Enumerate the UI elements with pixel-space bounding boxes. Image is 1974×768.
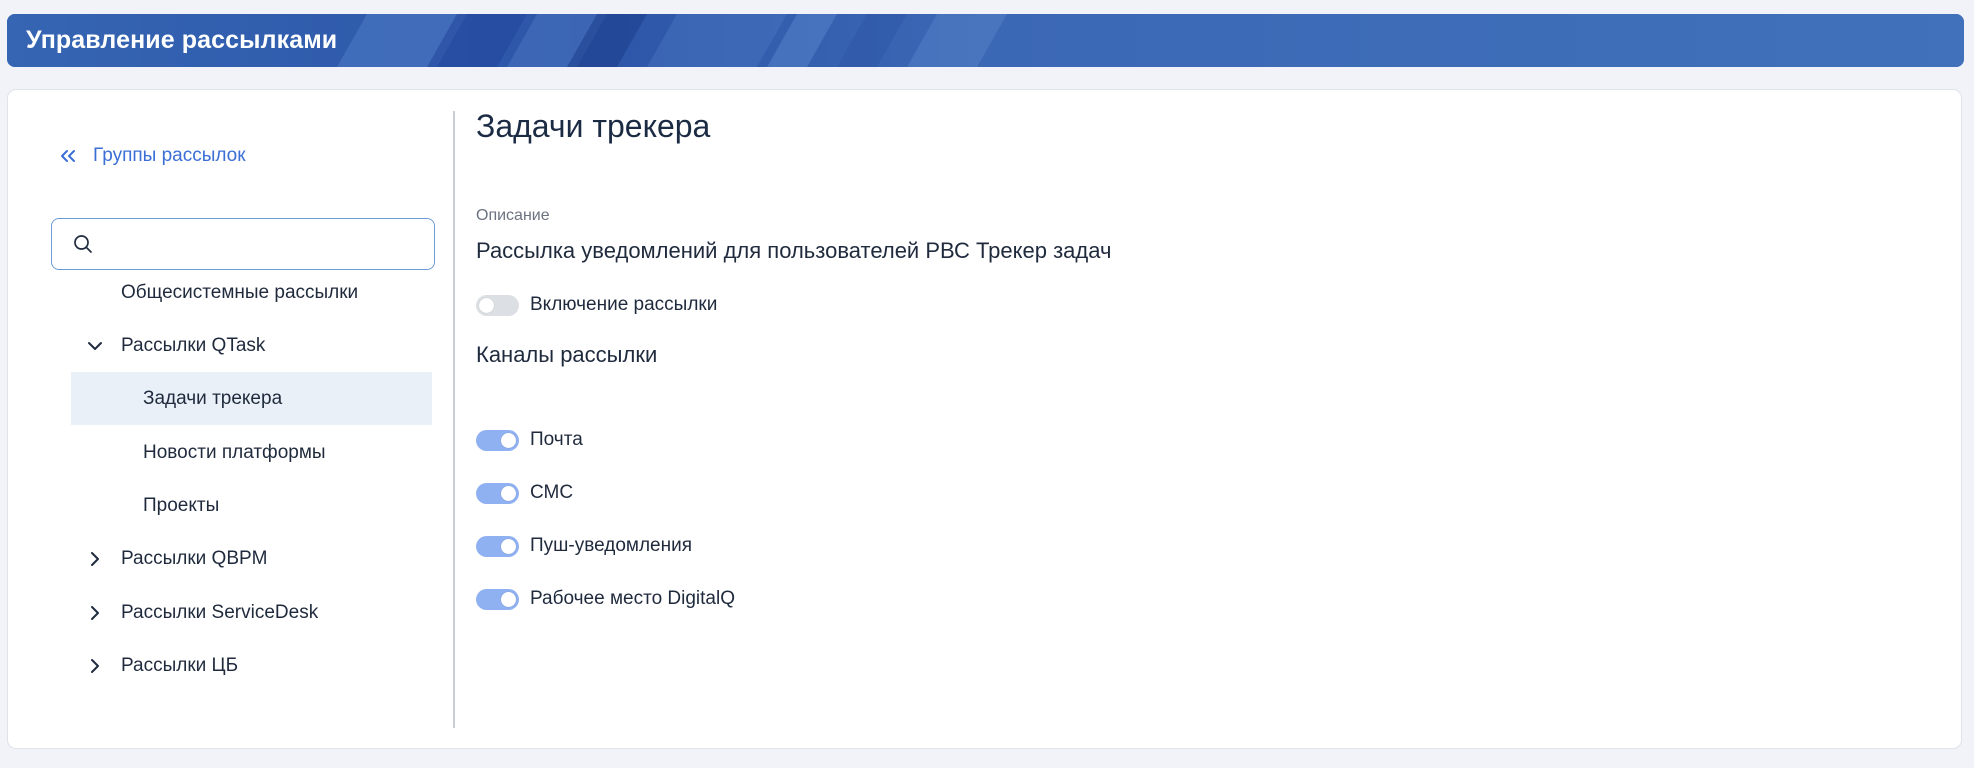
channel-row-digitalq: Рабочее место DigitalQ [476, 585, 735, 613]
chevron-down-icon[interactable] [83, 334, 107, 358]
tree-item-servicedesk[interactable]: Рассылки ServiceDesk [71, 586, 441, 639]
tree-item-label: Задачи трекера [143, 387, 283, 409]
back-link-label: Группы рассылок [93, 145, 246, 166]
description-label: Описание [476, 207, 550, 224]
tree-item-tracker-tasks[interactable]: Задачи трекера [71, 372, 432, 425]
toggle-knob [501, 432, 516, 448]
description-text: Рассылка уведомлений для пользователей Р… [476, 238, 1112, 263]
chevron-right-icon[interactable] [83, 654, 107, 678]
search-input[interactable] [104, 223, 428, 265]
sidebar-divider [453, 111, 455, 728]
toggle-knob [501, 538, 516, 554]
back-to-groups-link[interactable]: Группы рассылок [57, 142, 246, 170]
channel-label: Рабочее место DigitalQ [530, 588, 735, 609]
content-panel: Задачи трекера Описание Рассылка уведомл… [476, 90, 1876, 748]
channel-email-toggle[interactable] [476, 429, 519, 451]
tree-item-platform-news[interactable]: Новости платформы [71, 426, 432, 479]
page-header-title: Управление рассылками [26, 26, 338, 54]
channel-row-email: Почта [476, 426, 583, 454]
tree-item-label: Рассылки ЦБ [121, 654, 239, 676]
channel-digitalq-toggle[interactable] [476, 588, 519, 610]
channel-sms-toggle[interactable] [476, 482, 519, 504]
tree-item-label: Рассылки QBPM [121, 547, 268, 569]
page-title: Задачи трекера [476, 108, 711, 144]
tree-item-system-mailings[interactable]: Общесистемные рассылки [71, 266, 441, 319]
search-icon [74, 235, 92, 253]
enable-mailing-label: Включение рассылки [530, 294, 718, 315]
tree-item-label: Новости платформы [143, 441, 326, 463]
sidebar: Группы рассылок Общесистемные рассылки Р… [8, 90, 456, 748]
search-box [51, 218, 435, 270]
enable-mailing-toggle[interactable] [476, 294, 519, 316]
channel-label: Пуш-уведомления [530, 535, 693, 556]
channel-row-push: Пуш-уведомления [476, 532, 692, 560]
tree-item-qbpm[interactable]: Рассылки QBPM [71, 532, 441, 585]
tree-item-label: Рассылки ServiceDesk [121, 601, 319, 623]
tree-item-cb[interactable]: Рассылки ЦБ [71, 639, 441, 692]
enable-mailing-row: Включение рассылки [476, 291, 717, 319]
tree-item-label: Рассылки QTask [121, 334, 266, 356]
toggle-knob [501, 485, 516, 501]
tree-item-label: Проекты [143, 494, 220, 516]
double-chevron-left-icon [61, 150, 75, 162]
chevron-right-icon[interactable] [83, 547, 107, 571]
toggle-knob [501, 591, 516, 607]
channel-push-toggle[interactable] [476, 535, 519, 557]
channel-label: Почта [530, 429, 583, 450]
page-header: Управление рассылками [7, 14, 1964, 67]
tree-item-qtask[interactable]: Рассылки QTask [71, 319, 441, 372]
chevron-right-icon[interactable] [83, 601, 107, 625]
channels-title: Каналы рассылки [476, 342, 658, 367]
tree-item-label: Общесистемные рассылки [121, 281, 359, 303]
channel-label: СМС [530, 482, 574, 503]
tree-item-projects[interactable]: Проекты [71, 479, 432, 532]
channel-row-sms: СМС [476, 479, 573, 507]
toggle-knob [479, 297, 494, 313]
main-card: Группы рассылок Общесистемные рассылки Р… [7, 89, 1962, 749]
